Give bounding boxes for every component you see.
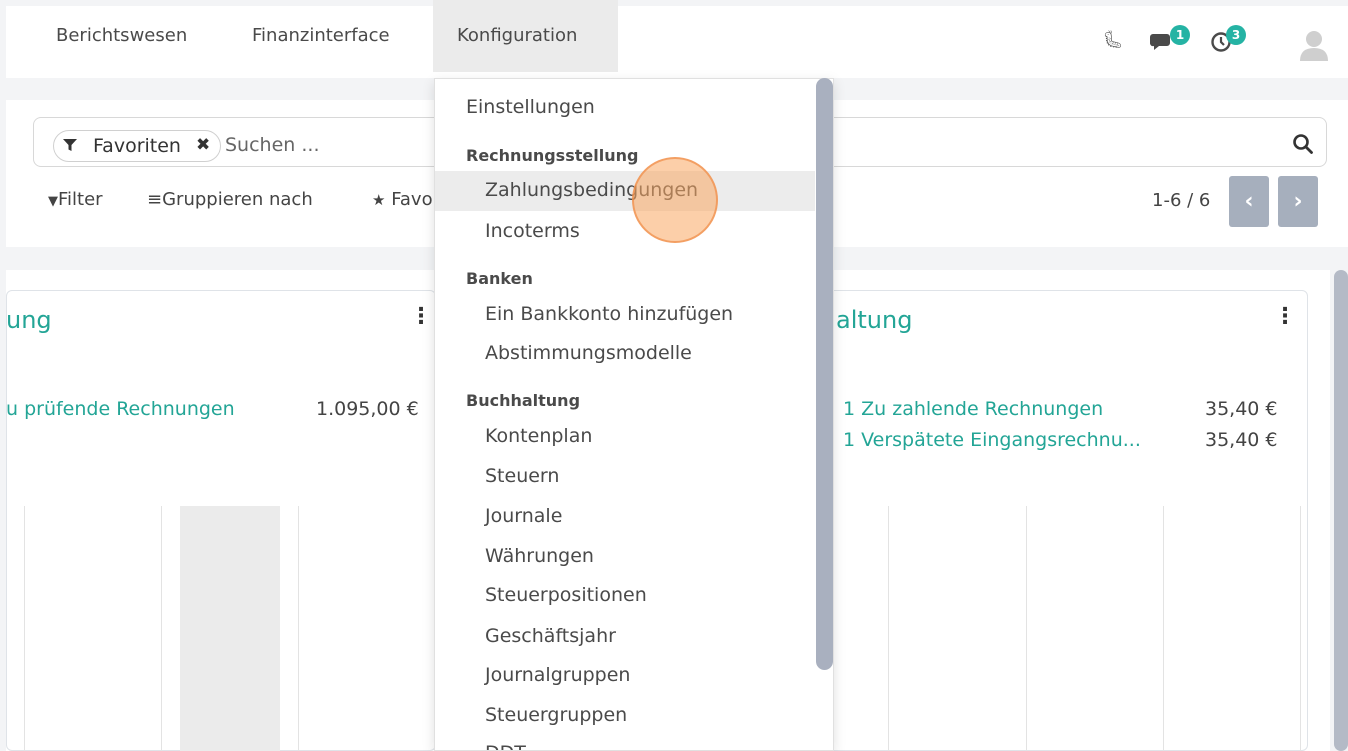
kebab-icon[interactable]: ⋮ [1274, 304, 1296, 329]
menu-item-einstellungen[interactable]: Einstellungen [466, 96, 595, 118]
menu-item-steuerpositionen[interactable]: Steuerpositionen [485, 584, 647, 606]
bug-icon[interactable]: 🐛︎ [1102, 30, 1124, 50]
page-scrollbar[interactable] [1334, 270, 1348, 751]
close-icon[interactable]: ✖ [196, 135, 210, 155]
search-input[interactable] [225, 131, 425, 159]
menu-item-steuergruppen[interactable]: Steuergruppen [485, 704, 627, 726]
menu-header-rechnungsstellung: Rechnungsstellung [466, 146, 639, 165]
top-navbar [6, 6, 1348, 78]
cursor-click-indicator [632, 157, 718, 243]
star-icon: ★ [372, 191, 386, 209]
chart-gridline [1300, 506, 1301, 751]
chevron-right-icon: › [1293, 189, 1303, 214]
journal-card-right [820, 290, 1308, 751]
menu-item-journalgruppen[interactable]: Journalgruppen [485, 664, 630, 686]
favorites-button[interactable]: ★ Favo [372, 189, 433, 210]
kebab-icon[interactable]: ⋮ [410, 304, 432, 329]
chart-gridline [298, 506, 299, 751]
facet-label: Favoriten [93, 135, 181, 157]
funnel-icon [63, 139, 77, 151]
chart-gridline [24, 506, 25, 751]
chart-gridline [888, 506, 889, 751]
menu-header-buchhaltung: Buchhaltung [466, 391, 581, 410]
menu-header-banken: Banken [466, 269, 533, 288]
card-title[interactable]: ung [6, 306, 52, 334]
card-amount: 35,40 € [1205, 398, 1278, 420]
chat-badge: 1 [1170, 25, 1190, 45]
chart-gridline [161, 506, 162, 751]
menu-item-ddt[interactable]: DDT [485, 742, 526, 750]
pager-previous-button[interactable]: ‹ [1229, 176, 1269, 227]
list-icon: ≡ [147, 189, 163, 210]
filter-icon: ▼ [48, 194, 58, 209]
menu-item-journale[interactable]: Journale [485, 505, 562, 527]
groupby-button[interactable]: ≡Gruppieren nach [147, 189, 313, 210]
menu-item-incoterms[interactable]: Incoterms [485, 220, 580, 242]
card-link[interactable]: 1 Zu zahlende Rechnungen [843, 398, 1103, 420]
pager-value[interactable]: 1-6 / 6 [1152, 190, 1210, 211]
chart-bar [180, 506, 280, 751]
card-link[interactable]: u prüfende Rechnungen [6, 398, 235, 420]
chart-gridline [1163, 506, 1164, 751]
menu-item-abstimmungsmodelle[interactable]: Abstimmungsmodelle [485, 342, 692, 364]
card-title[interactable]: altung [836, 306, 912, 334]
menu-konfiguration[interactable]: Konfiguration [433, 0, 618, 72]
card-amount: 35,40 € [1205, 429, 1278, 451]
menu-item-waehrungen[interactable]: Währungen [485, 545, 594, 567]
chevron-left-icon: ‹ [1244, 189, 1254, 214]
chart-gridline [1026, 506, 1027, 751]
pager-next-button[interactable]: › [1278, 176, 1318, 227]
dropdown-scrollbar[interactable] [816, 78, 833, 670]
menu-item-kontenplan[interactable]: Kontenplan [485, 425, 592, 447]
filter-button[interactable]: ▼Filter [48, 189, 103, 210]
avatar[interactable] [1297, 27, 1331, 61]
menu-finanzinterface[interactable]: Finanzinterface [252, 0, 390, 72]
menu-item-bankkonto-hinzufuegen[interactable]: Ein Bankkonto hinzufügen [485, 303, 733, 325]
menu-berichtswesen[interactable]: Berichtswesen [56, 0, 187, 72]
activity-badge: 3 [1226, 25, 1246, 45]
menu-item-geschaeftsjahr[interactable]: Geschäftsjahr [485, 625, 616, 647]
konfiguration-dropdown: Einstellungen Rechnungsstellung Zahlungs… [434, 78, 834, 751]
card-amount: 1.095,00 € [316, 398, 419, 420]
search-icon[interactable] [1292, 133, 1314, 155]
card-link[interactable]: 1 Verspätete Eingangsrechnu... [843, 429, 1141, 451]
menu-item-steuern[interactable]: Steuern [485, 465, 559, 487]
